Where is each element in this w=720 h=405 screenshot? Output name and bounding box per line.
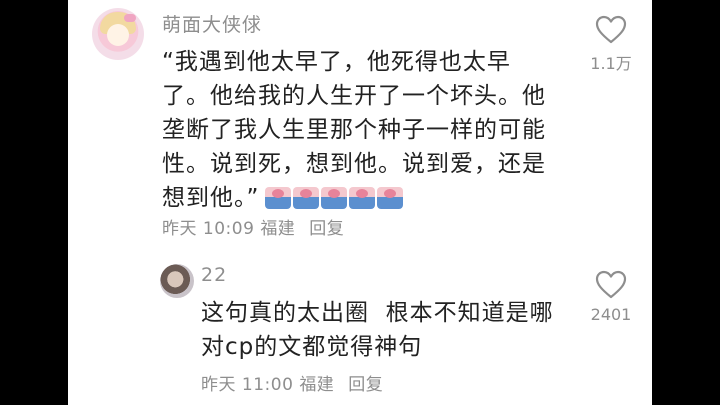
comment-location: 福建	[260, 219, 296, 239]
bear-emoji-icon	[293, 187, 320, 209]
comment-meta: 昨天 10:09 福建 回复	[162, 214, 344, 239]
avatar[interactable]	[92, 8, 144, 60]
reply-button[interactable]: 回复	[348, 375, 383, 395]
reply-button[interactable]: 回复	[309, 219, 344, 239]
heart-outline-icon[interactable]	[576, 270, 646, 299]
comment-time: 昨天 10:09	[162, 219, 255, 239]
heart-outline-icon[interactable]	[576, 15, 646, 44]
comment-username[interactable]: 22	[201, 264, 227, 286]
comment-text: 这句真的太出圈 根本不知道是哪 对cp的文都觉得神句	[201, 300, 554, 360]
bear-emoji-icon	[321, 187, 348, 209]
bear-emoji-icon	[265, 187, 292, 209]
avatar-bow	[124, 14, 136, 22]
comment-location: 福建	[299, 375, 335, 395]
avatar[interactable]	[160, 264, 194, 298]
comment-time: 昨天 11:00	[201, 375, 294, 395]
like-button[interactable]: 2401	[576, 270, 646, 324]
bear-emoji-icon	[349, 187, 376, 209]
like-count: 2401	[590, 305, 632, 324]
like-count: 1.1万	[590, 54, 632, 73]
comment-meta: 昨天 11:00 福建 回复	[201, 370, 383, 395]
comment-text: “我遇到他太早了，他死得也太早 了。他给我的人生开了一个坏头。他 垄断了我人生里…	[162, 45, 582, 219]
comment-username[interactable]: 萌面大侠俅	[162, 10, 262, 37]
bear-emoji-icon	[377, 187, 404, 209]
avatar-face	[107, 24, 129, 46]
comment-thread: 萌面大侠俅 “我遇到他太早了，他死得也太早 了。他给我的人生开了一个坏头。他 垄…	[68, 0, 652, 405]
like-button[interactable]: 1.1万	[576, 15, 646, 74]
